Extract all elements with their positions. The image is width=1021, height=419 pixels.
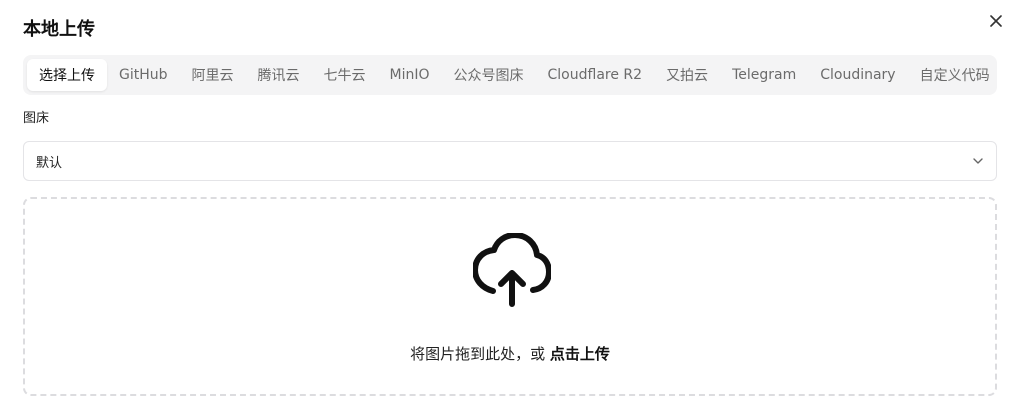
- image-host-select[interactable]: 默认: [23, 141, 997, 181]
- tab-select-upload[interactable]: 选择上传: [27, 59, 107, 91]
- dropzone-instructions: 将图片拖到此处，或 点击上传: [25, 343, 995, 364]
- tab-aliyun[interactable]: 阿里云: [180, 59, 246, 91]
- tab-cloudinary[interactable]: Cloudinary: [808, 59, 907, 91]
- tab-cloudflare-r2[interactable]: Cloudflare R2: [536, 59, 655, 91]
- upload-cloud-icon: [473, 233, 551, 307]
- tab-qiniu[interactable]: 七牛云: [312, 59, 378, 91]
- tab-minio[interactable]: MinIO: [378, 59, 442, 91]
- tab-github[interactable]: GitHub: [107, 59, 180, 91]
- upload-source-tabs: 选择上传 GitHub 阿里云 腾讯云 七牛云 MinIO 公众号图床 Clou…: [23, 55, 997, 95]
- close-button[interactable]: [986, 11, 1006, 31]
- tab-telegram[interactable]: Telegram: [720, 59, 808, 91]
- tab-tencent-cloud[interactable]: 腾讯云: [246, 59, 312, 91]
- close-icon: [990, 15, 1002, 27]
- tab-custom-code[interactable]: 自定义代码: [908, 59, 1002, 91]
- dropzone-text: 将图片拖到此处，或: [410, 345, 546, 363]
- image-host-label: 图床: [23, 111, 50, 126]
- image-host-selected-value: 默认: [36, 155, 63, 171]
- tab-upyun[interactable]: 又拍云: [654, 59, 720, 91]
- chevron-down-icon: [973, 158, 983, 164]
- dialog-title: 本地上传: [23, 19, 95, 40]
- click-upload-link[interactable]: 点击上传: [550, 345, 610, 363]
- tab-wechat-image-host[interactable]: 公众号图床: [442, 59, 536, 91]
- upload-dropzone[interactable]: 将图片拖到此处，或 点击上传: [23, 197, 997, 396]
